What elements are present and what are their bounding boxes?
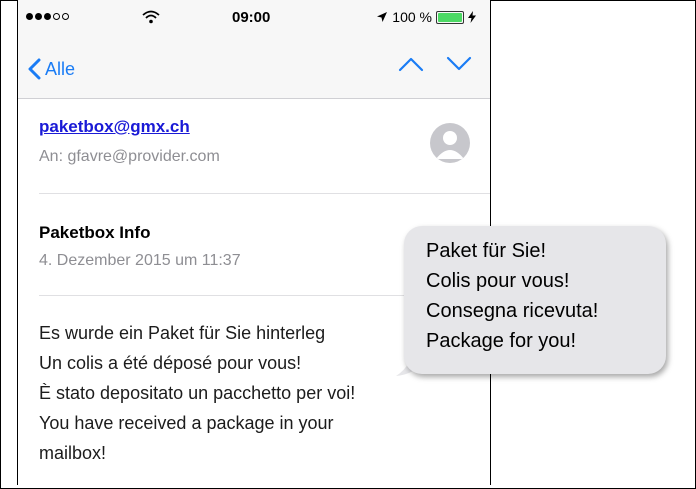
signal-dot xyxy=(35,13,42,20)
location-arrow-icon xyxy=(377,12,388,22)
header-divider xyxy=(39,193,490,194)
sender-avatar xyxy=(430,123,470,163)
email-subject: Paketbox Info xyxy=(39,223,151,242)
callout-line: Consegna ricevuta! xyxy=(426,300,599,322)
back-button-label: Alle xyxy=(45,58,76,79)
signal-dot xyxy=(53,13,60,20)
battery-percent: 100 % xyxy=(392,9,432,25)
status-time: 09:00 xyxy=(232,9,271,26)
back-button[interactable]: Alle xyxy=(28,58,75,80)
recipient-line: An: gfavre@provider.com xyxy=(39,148,220,165)
signal-dot xyxy=(62,13,69,20)
email-body-line: You have received a package in your xyxy=(39,413,334,433)
callout-line: Colis pour vous! xyxy=(426,270,570,292)
email-body-line: mailbox! xyxy=(39,443,107,463)
callout-line: Package for you! xyxy=(426,330,577,352)
message-nav-arrows xyxy=(398,56,472,72)
battery-fill xyxy=(438,12,462,22)
sender-address[interactable]: paketbox@gmx.ch xyxy=(39,117,190,137)
signal-dot xyxy=(44,13,51,20)
callout-line: Paket für Sie! xyxy=(426,240,547,262)
mail-nav-bar: Alle xyxy=(18,36,490,99)
next-message-icon[interactable] xyxy=(446,56,472,72)
callout-text: Paket für Sie! Colis pour vous! Consegna… xyxy=(426,236,598,356)
status-bar: 09:00 100 % xyxy=(18,0,490,36)
status-right: 100 % xyxy=(376,9,476,25)
battery-icon xyxy=(436,10,464,24)
signal-dot xyxy=(26,13,33,20)
chevron-left-icon xyxy=(28,58,41,80)
email-body-line: È stato depositato un pacchetto per voi! xyxy=(39,383,356,403)
email-date: 4. Dezember 2015 um 11:37 xyxy=(39,252,241,269)
previous-message-icon[interactable] xyxy=(398,56,424,72)
wifi-icon xyxy=(142,10,160,24)
signal-strength-icon xyxy=(26,13,69,20)
person-placeholder-icon xyxy=(436,131,464,159)
callout-bubble: Paket für Sie! Colis pour vous! Consegna… xyxy=(404,226,666,374)
charging-bolt-icon xyxy=(468,11,476,23)
